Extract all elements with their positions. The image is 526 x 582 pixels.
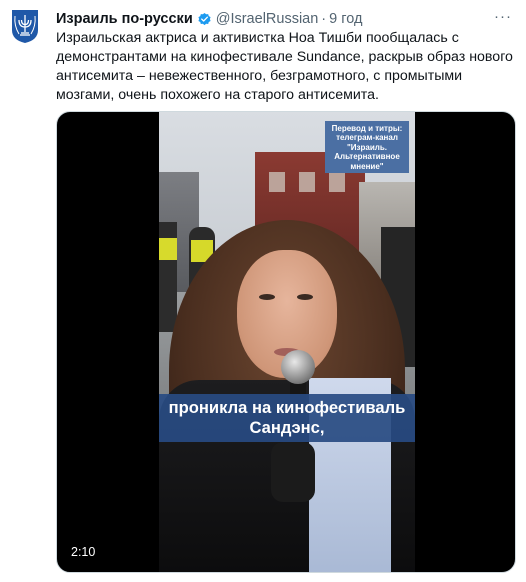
israel-emblem-icon (12, 10, 38, 43)
avatar[interactable] (10, 8, 40, 44)
video-subtitle: проникла на кинофестиваль Сандэнс, (159, 394, 415, 442)
presenter-eye (259, 294, 275, 300)
video-frame: Перевод и титры: телеграм-канал "Израиль… (159, 112, 415, 572)
presenter-eye (297, 294, 313, 300)
scene-window (329, 172, 345, 192)
header-separator: · (321, 11, 327, 27)
more-options-button[interactable]: ··· (490, 6, 516, 26)
tweet-timestamp[interactable]: 9 год (329, 11, 362, 27)
tweet-header: Израиль по-русски @IsraelRussian · 9 год (56, 9, 362, 29)
presenter-hand (271, 442, 315, 502)
tweet-text: Израильская актриса и активистка Ноа Тиш… (56, 30, 513, 103)
scene-window (299, 172, 315, 192)
user-handle[interactable]: @IsraelRussian (216, 11, 319, 27)
display-name[interactable]: Израиль по-русски (56, 11, 193, 27)
tweet[interactable]: Израиль по-русски @IsraelRussian · 9 год… (0, 0, 526, 582)
scene-window (269, 172, 285, 192)
verified-badge-icon (198, 12, 211, 25)
video-player[interactable]: Перевод и титры: телеграм-канал "Израиль… (56, 111, 516, 573)
microphone (281, 350, 315, 384)
video-duration-badge: 2:10 (65, 542, 102, 562)
scene-vest (159, 238, 177, 260)
translation-credit: Перевод и титры: телеграм-канал "Израиль… (325, 121, 409, 173)
more-horizontal-icon: ··· (494, 7, 512, 25)
